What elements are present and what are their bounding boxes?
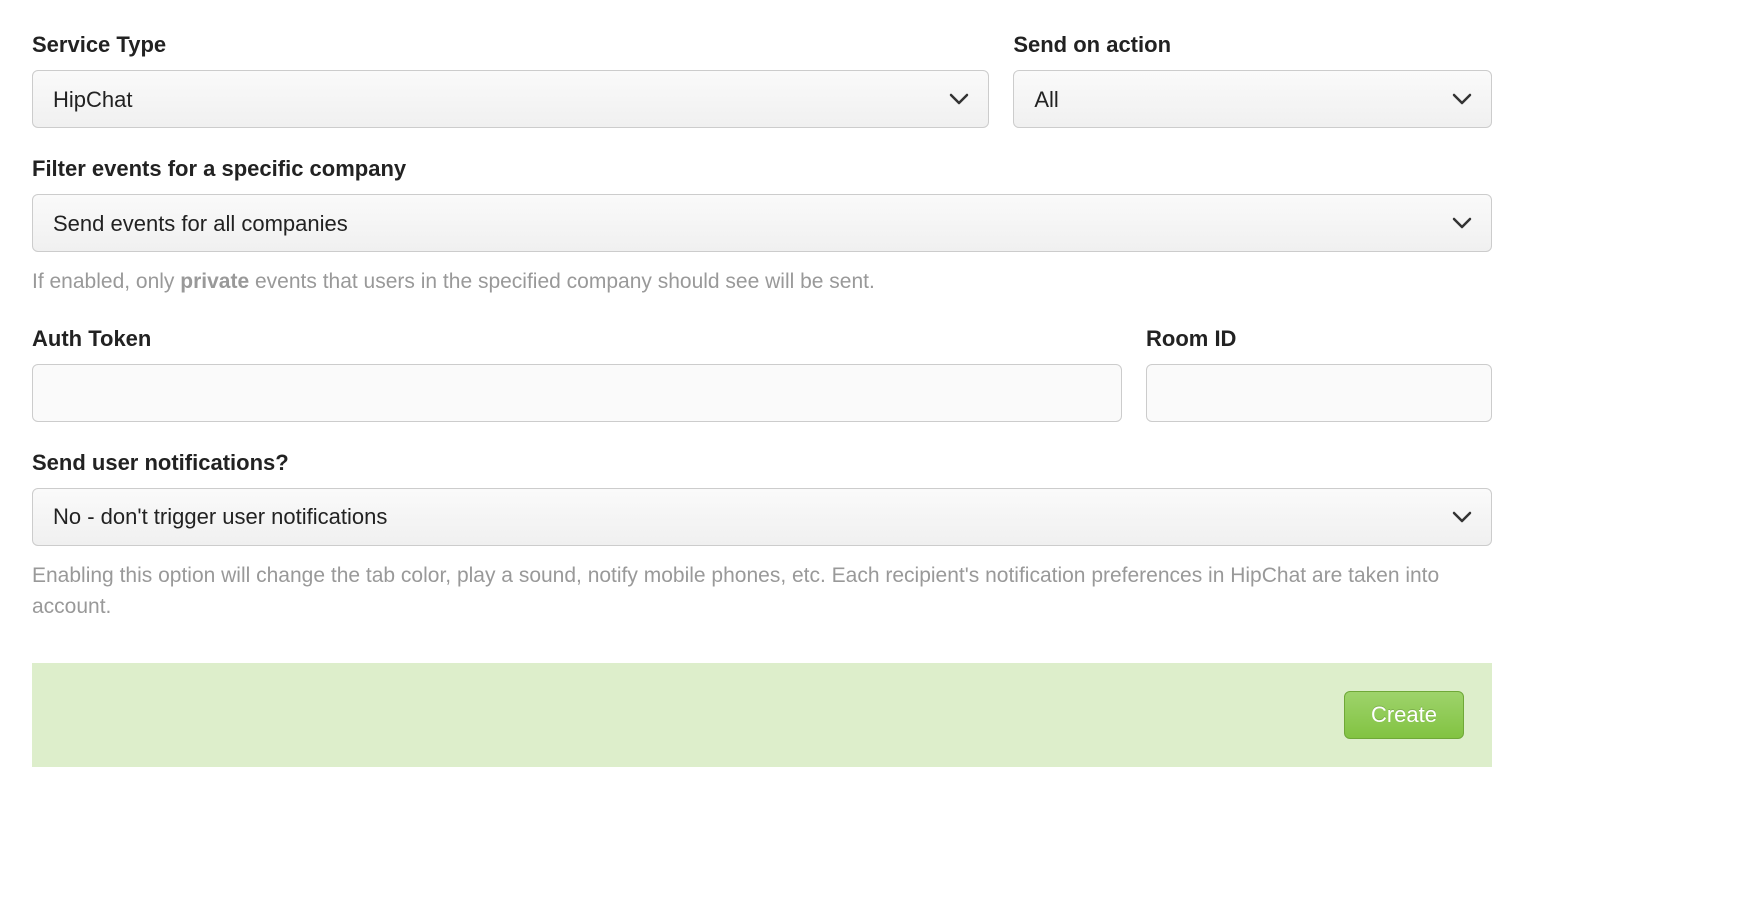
select-wrapper-service-type: HipChat	[32, 70, 989, 128]
row-filter-company: Filter events for a specific company Sen…	[32, 156, 1492, 252]
help-filter-company: If enabled, only private events that use…	[32, 266, 1492, 298]
help-send-notifications: Enabling this option will change the tab…	[32, 560, 1492, 623]
service-config-form: Service Type HipChat Send on action All	[32, 32, 1492, 767]
select-send-on-action[interactable]: All	[1013, 70, 1492, 128]
row-send-notifications: Send user notifications? No - don't trig…	[32, 450, 1492, 546]
group-send-notifications: Send user notifications? No - don't trig…	[32, 450, 1492, 546]
group-send-on-action: Send on action All	[1013, 32, 1492, 128]
select-wrapper-filter-company: Send events for all companies	[32, 194, 1492, 252]
select-service-type[interactable]: HipChat	[32, 70, 989, 128]
label-auth-token: Auth Token	[32, 326, 1122, 352]
help-text-strong: private	[180, 270, 249, 293]
row-service-action: Service Type HipChat Send on action All	[32, 32, 1492, 128]
input-room-id[interactable]	[1146, 364, 1492, 422]
select-wrapper-send-on-action: All	[1013, 70, 1492, 128]
select-wrapper-send-notifications: No - don't trigger user notifications	[32, 488, 1492, 546]
label-service-type: Service Type	[32, 32, 989, 58]
label-send-notifications: Send user notifications?	[32, 450, 1492, 476]
help-text-suffix: events that users in the specified compa…	[249, 270, 875, 293]
select-filter-company[interactable]: Send events for all companies	[32, 194, 1492, 252]
label-send-on-action: Send on action	[1013, 32, 1492, 58]
input-auth-token[interactable]	[32, 364, 1122, 422]
row-auth-room: Auth Token Room ID	[32, 326, 1492, 422]
label-room-id: Room ID	[1146, 326, 1492, 352]
group-filter-company: Filter events for a specific company Sen…	[32, 156, 1492, 252]
group-auth-token: Auth Token	[32, 326, 1122, 422]
group-room-id: Room ID	[1146, 326, 1492, 422]
select-send-notifications[interactable]: No - don't trigger user notifications	[32, 488, 1492, 546]
label-filter-company: Filter events for a specific company	[32, 156, 1492, 182]
help-text-prefix: If enabled, only	[32, 270, 180, 293]
group-service-type: Service Type HipChat	[32, 32, 989, 128]
footer-bar: Create	[32, 663, 1492, 767]
create-button[interactable]: Create	[1344, 691, 1464, 739]
